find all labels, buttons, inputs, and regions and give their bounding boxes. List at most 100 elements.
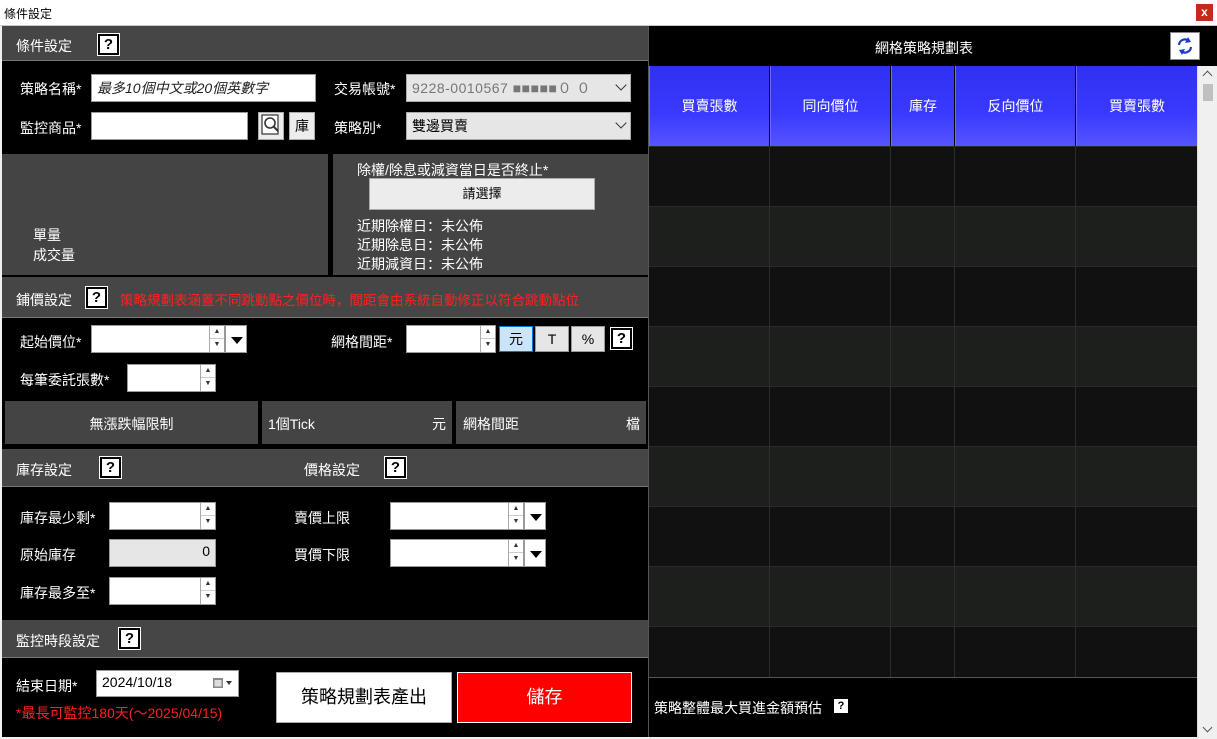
inventory-orig-label: 原始庫存 (20, 547, 76, 563)
pricing-warning: 策略規劃表涵蓋不同跳動點之價位時，間距會由系統自動修正以符合跳動點位 (120, 293, 579, 308)
inventory-header: 庫存設定 ? 價格設定 ? (2, 449, 648, 487)
end-date-value: 2024/10/18 (102, 674, 173, 690)
strategy-type-label: 策略別* (334, 120, 382, 136)
inventory-max-spinner[interactable]: ▲ ▼ (200, 578, 215, 604)
table-row (649, 506, 1197, 566)
inventory-min-spinner[interactable]: ▲ ▼ (200, 503, 215, 529)
spacing-box: 網格間距 檔 (456, 401, 646, 444)
recent-exdividend: 近期除息日：未公佈 (357, 237, 483, 253)
summary-label: 策略整體最大買進金額預估 (654, 700, 822, 716)
start-price-input[interactable]: ▲ ▼ (91, 325, 225, 353)
summary-help-icon[interactable]: ? (834, 699, 848, 713)
lots-per-order-label: 每筆委託張數* (20, 372, 110, 388)
account-label: 交易帳號* (334, 81, 396, 97)
price-setting-help-icon[interactable]: ? (384, 456, 407, 479)
price-setting-header-title: 價格設定 (304, 462, 360, 478)
monitor-header-title: 監控時段設定 (16, 633, 100, 649)
col-header-lots-2: 買賣張數 (1076, 66, 1197, 146)
volume-box: 單量 成交量 (2, 154, 328, 275)
grid-title: 網格策略規劃表 (875, 40, 973, 56)
column-divider (769, 146, 770, 677)
sell-upper-label: 賣價上限 (294, 510, 350, 526)
scroll-thumb[interactable] (1203, 84, 1213, 101)
product-search-button[interactable] (258, 112, 284, 140)
col-header-reverse-price: 反向價位 (955, 66, 1076, 146)
scroll-up-icon[interactable] (1202, 70, 1213, 81)
recent-exright: 近期除權日：未公佈 (357, 218, 483, 234)
unit-percent-button[interactable]: % (571, 326, 605, 352)
buy-lower-spinner[interactable]: ▲ ▼ (508, 540, 523, 566)
pricing-help-icon[interactable]: ? (85, 286, 108, 309)
inventory-max-input[interactable]: ▲ ▼ (109, 577, 216, 605)
inventory-min-label: 庫存最少剩* (20, 510, 96, 526)
unit-tick-button[interactable]: T (535, 326, 569, 352)
inventory-min-input[interactable]: ▲ ▼ (109, 502, 216, 530)
column-divider (890, 146, 891, 677)
unit-yuan-button[interactable]: 元 (499, 326, 533, 352)
exright-select-button[interactable]: 請選擇 (369, 178, 595, 210)
window-title: 條件設定 (4, 7, 53, 21)
table-row (649, 386, 1197, 446)
start-price-label: 起始價位* (20, 334, 82, 350)
start-price-spinner[interactable]: ▲ ▼ (209, 326, 224, 352)
lots-per-order-input[interactable]: ▲ ▼ (127, 364, 216, 392)
end-date-input[interactable]: 2024/10/18 (96, 670, 239, 697)
product-label: 監控商品* (20, 120, 82, 136)
exright-question: 除權/除息或減資當日是否終止* (357, 162, 549, 178)
monitor-help-icon[interactable]: ? (118, 627, 141, 650)
close-button[interactable]: x (1196, 4, 1213, 21)
monitor-limit-note: *最長可監控180天(～2025/04/15) (16, 705, 223, 721)
grid-spacing-spinner[interactable]: ▲ ▼ (480, 326, 495, 352)
inventory-help-icon[interactable]: ? (99, 456, 122, 479)
tick-box: 1個Tick 元 (262, 401, 452, 444)
grid-plan-panel: 網格策略規劃表 買賣張數 同向價位 庫存 反向價位 買賣張數 策略整體最大買進金… (648, 26, 1217, 739)
table-row (649, 146, 1197, 206)
condition-help-icon[interactable]: ? (97, 33, 120, 56)
strategy-name-label: 策略名稱* (20, 81, 82, 97)
lots-spinner[interactable]: ▲ ▼ (200, 365, 215, 391)
no-limit-label: 無漲跌幅限制 (89, 416, 174, 432)
scroll-down-icon[interactable] (1202, 722, 1213, 733)
summary-bar: 策略整體最大買進金額預估 ? (648, 677, 1197, 737)
inventory-header-title: 庫存設定 (16, 462, 72, 478)
strategy-type-select[interactable]: 雙邊買賣 (406, 112, 631, 140)
col-header-inventory: 庫存 (891, 66, 955, 146)
table-row (649, 446, 1197, 506)
strategy-type-value: 雙邊買賣 (412, 118, 468, 134)
save-button[interactable]: 儲存 (457, 672, 632, 723)
sell-upper-dropdown[interactable] (524, 502, 546, 530)
window-titlebar: 條件設定 x (0, 0, 1217, 26)
calendar-icon[interactable] (212, 677, 234, 689)
strategy-name-input[interactable]: 最多10個中文或20個英數字 (91, 74, 316, 102)
grid-plan-table: 買賣張數 同向價位 庫存 反向價位 買賣張數 (648, 66, 1197, 677)
library-button[interactable]: 庫 (289, 112, 315, 140)
start-price-dropdown[interactable] (225, 325, 247, 353)
refresh-button[interactable] (1170, 32, 1200, 60)
settings-panel: 條件設定 ? 策略名稱* 最多10個中文或20個英數字 交易帳號* 9228-0… (2, 26, 648, 737)
grid-spacing-input[interactable]: ▲ ▼ (406, 325, 496, 353)
generate-plan-button[interactable]: 策略規劃表產出 (276, 672, 452, 723)
pricing-header: 鋪價設定 ? 策略規劃表涵蓋不同跳動點之價位時，間距會由系統自動修正以符合跳動點… (2, 277, 648, 318)
buy-lower-dropdown[interactable] (524, 539, 546, 567)
sell-upper-spinner[interactable]: ▲ ▼ (508, 503, 523, 529)
column-divider (954, 146, 955, 677)
table-row (649, 206, 1197, 266)
column-divider (1075, 146, 1076, 677)
spacing-help-icon[interactable]: ? (610, 327, 633, 350)
table-row (649, 566, 1197, 626)
tick-unit: 元 (432, 416, 446, 432)
table-row (649, 626, 1197, 677)
buy-lower-input[interactable]: ▲ ▼ (390, 539, 524, 567)
account-select[interactable]: 9228-0010567 ■■■■■０ ０ (406, 74, 631, 102)
product-input[interactable] (91, 112, 248, 140)
vertical-scrollbar[interactable] (1197, 66, 1217, 739)
spacing-label: 網格間距 (463, 416, 519, 432)
condition-header: 條件設定 ? (2, 26, 648, 61)
buy-lower-label: 買價下限 (294, 547, 350, 563)
grid-title-bar: 網格策略規劃表 (648, 26, 1217, 66)
table-row (649, 266, 1197, 326)
pricing-header-title: 鋪價設定 (16, 292, 72, 308)
col-header-lots-1: 買賣張數 (649, 66, 770, 146)
table-row (649, 326, 1197, 386)
sell-upper-input[interactable]: ▲ ▼ (390, 502, 524, 530)
